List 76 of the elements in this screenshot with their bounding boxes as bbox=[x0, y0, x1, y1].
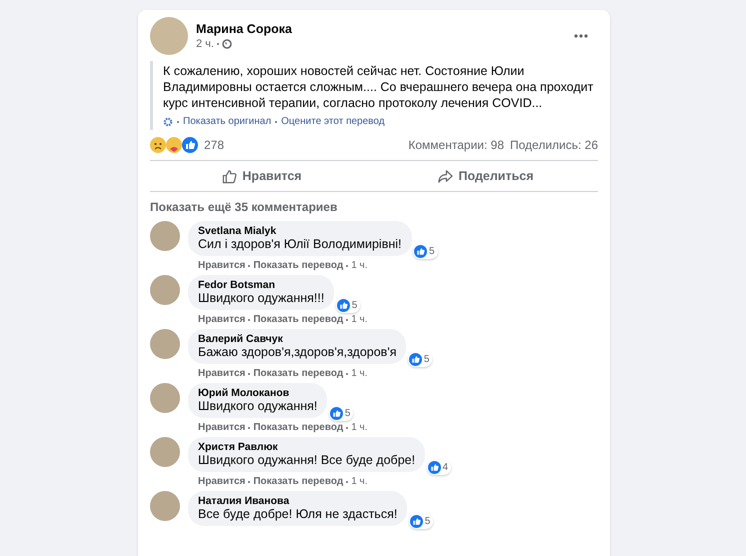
thumbs-up-icon bbox=[222, 168, 238, 184]
show-more-comments-link[interactable]: Показать ещё 35 комментариев bbox=[150, 200, 338, 214]
separator-dot-icon bbox=[216, 43, 219, 45]
comment-text: Бажаю здоров'я,здоров'я,здоров'я bbox=[198, 345, 396, 359]
like-link[interactable]: Нравится bbox=[198, 314, 246, 325]
comment-time: 1 ч. bbox=[351, 422, 368, 433]
like-count-badge[interactable]: 5 bbox=[408, 352, 432, 367]
avatar bbox=[150, 275, 180, 305]
avatar bbox=[150, 383, 180, 413]
like-link[interactable]: Нравится bbox=[198, 368, 246, 379]
like-reaction-icon bbox=[408, 353, 422, 366]
post-author[interactable]: Марина Сорока bbox=[196, 22, 566, 36]
translate-link[interactable]: Показать перевод bbox=[253, 368, 344, 379]
like-count-badge[interactable]: 5 bbox=[336, 298, 360, 313]
comment-author[interactable]: Svetlana Mialyk bbox=[198, 225, 402, 237]
comment-author[interactable]: Юрий Молоканов bbox=[198, 387, 318, 399]
like-reaction-icon bbox=[428, 461, 441, 474]
separator-dot-icon bbox=[177, 120, 179, 122]
comment-time: 1 ч. bbox=[351, 314, 368, 325]
like-link[interactable]: Нравится bbox=[198, 422, 246, 433]
separator-dot-icon bbox=[248, 318, 250, 320]
share-arrow-icon bbox=[438, 168, 454, 184]
comments-count[interactable]: Комментарии: 98 bbox=[408, 138, 504, 152]
like-count-badge[interactable]: 5 bbox=[412, 244, 438, 259]
like-reaction-icon bbox=[182, 137, 198, 153]
like-reaction-icon bbox=[414, 245, 427, 258]
separator-dot-icon bbox=[346, 372, 348, 374]
avatar bbox=[150, 329, 180, 359]
comment-text: Все буде добре! Юля не здасться! bbox=[198, 507, 398, 521]
separator-dot-icon bbox=[346, 264, 348, 266]
comment-author[interactable]: Наталия Иванова bbox=[198, 495, 398, 507]
avatar bbox=[150, 437, 180, 467]
like-count-badge[interactable]: 4 bbox=[426, 460, 452, 475]
translate-link[interactable]: Показать перевод bbox=[253, 476, 344, 487]
sad-reaction-icon bbox=[150, 137, 166, 153]
comment-text: Швидкого одужання! bbox=[198, 399, 318, 413]
comment-time: 1 ч. bbox=[351, 476, 368, 487]
comment-text: Сил і здоров'я Юлії Володимирівні! bbox=[198, 237, 402, 251]
comment-time: 1 ч. bbox=[351, 260, 368, 271]
more-options-icon[interactable] bbox=[574, 34, 588, 38]
like-reaction-icon bbox=[336, 299, 350, 312]
comment-text: Швидкого одужання!!! bbox=[198, 291, 324, 305]
like-reaction-icon bbox=[410, 515, 423, 528]
like-link[interactable]: Нравится bbox=[198, 476, 246, 487]
shares-count[interactable]: Поделились: 26 bbox=[510, 138, 598, 152]
separator-dot-icon bbox=[248, 264, 250, 266]
like-reaction-icon bbox=[330, 407, 343, 420]
like-count-badge[interactable]: 5 bbox=[328, 406, 354, 421]
care-reaction-icon bbox=[166, 137, 182, 153]
translate-link[interactable]: Показать перевод bbox=[253, 422, 344, 433]
reaction-count[interactable]: 278 bbox=[204, 138, 224, 152]
separator-dot-icon bbox=[248, 480, 250, 482]
avatar bbox=[150, 491, 180, 521]
translate-link[interactable]: Показать перевод bbox=[253, 260, 344, 271]
separator-dot-icon bbox=[248, 426, 250, 428]
translation-link[interactable]: Показать оригинал bbox=[183, 116, 272, 127]
comment-author[interactable]: Христя Равлюк bbox=[198, 441, 416, 453]
comment-time: 1 ч. bbox=[351, 368, 368, 379]
post-time[interactable]: 2 ч. bbox=[196, 38, 214, 50]
comment-author[interactable]: Валерий Савчук bbox=[198, 333, 396, 345]
separator-dot-icon bbox=[346, 480, 348, 482]
share-button[interactable]: Поделиться bbox=[374, 161, 598, 191]
comment-text: Швидкого одужання! Все буде добре! bbox=[198, 453, 416, 467]
like-count-badge[interactable]: 5 bbox=[408, 514, 434, 529]
separator-dot-icon bbox=[275, 120, 278, 122]
separator-dot-icon bbox=[248, 372, 250, 374]
separator-dot-icon bbox=[346, 426, 348, 428]
separator-dot-icon bbox=[346, 318, 348, 320]
avatar bbox=[150, 17, 188, 55]
post-text: К сожалению, хороших новостей сейчас нет. Состояние Юлии Владимировны остается сложным.... Со вчерашнего вечера она проходит курс интенсивной терапии, согласно протоколу лечения COVID... bbox=[163, 63, 594, 111]
like-link[interactable]: Нравится bbox=[198, 260, 246, 271]
like-button[interactable]: Нравится bbox=[150, 161, 374, 191]
avatar bbox=[150, 221, 180, 251]
comment-author[interactable]: Fedor Botsman bbox=[198, 279, 324, 291]
translate-link[interactable]: Показать перевод bbox=[253, 314, 344, 325]
translation-link[interactable]: Оцените этот перевод bbox=[281, 116, 385, 127]
